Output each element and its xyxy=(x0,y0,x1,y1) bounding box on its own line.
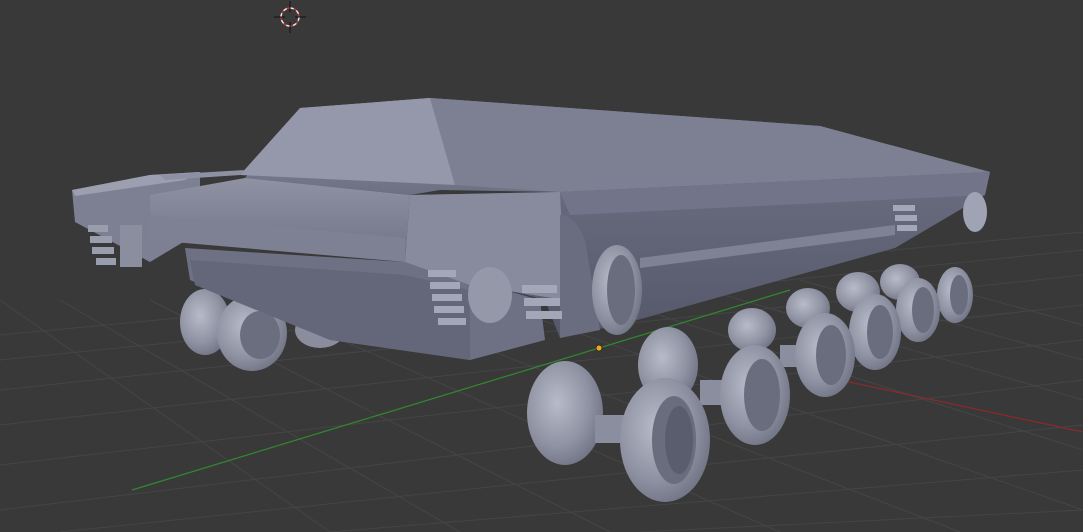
idler-wheel-front xyxy=(592,245,642,335)
object-origin[interactable] xyxy=(595,344,603,352)
3d-viewport[interactable] xyxy=(0,0,1083,532)
